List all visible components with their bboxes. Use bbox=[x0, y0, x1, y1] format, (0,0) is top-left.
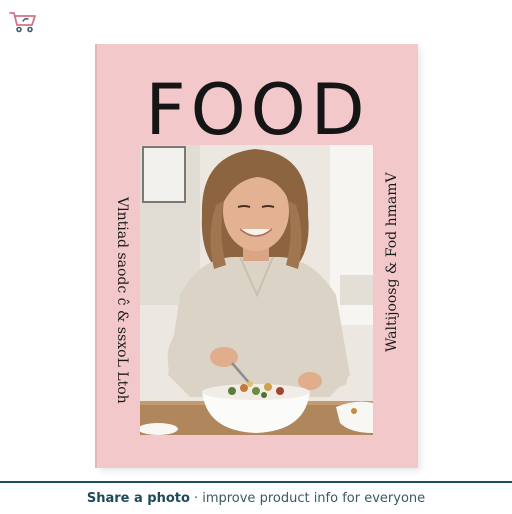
cover-photo bbox=[140, 145, 373, 435]
share-photo-link[interactable]: Share a photo bbox=[87, 491, 190, 506]
book-title: FOOD bbox=[145, 69, 370, 151]
cover-side-text-left: Vlntiad saodc ĉ & ssxoL Ltoh bbox=[114, 197, 130, 404]
share-photo-bar: Share a photo · improve product info for… bbox=[0, 481, 512, 514]
cover-photo-illustration bbox=[140, 145, 373, 435]
shopping-cart-icon[interactable] bbox=[8, 10, 38, 34]
product-image-book-cover[interactable]: FOOD Vlntiad saodc ĉ & ssxoL Ltoh Waltij… bbox=[95, 44, 418, 468]
share-photo-description: · improve product info for everyone bbox=[193, 491, 426, 506]
cover-side-text-right: Waltijoosg & Fod hmamV bbox=[384, 172, 400, 352]
